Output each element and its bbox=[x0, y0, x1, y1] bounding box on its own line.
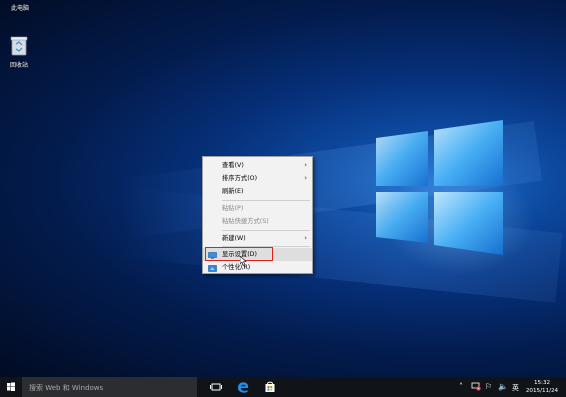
this-pc-label: 此电脑 bbox=[10, 5, 29, 12]
menu-item-paste-label: 粘贴(P) bbox=[222, 205, 244, 212]
chevron-right-icon: › bbox=[304, 161, 307, 169]
menu-item-paste-shortcut: 粘贴快捷方式(S) bbox=[203, 215, 312, 228]
clock-date: 2015/11/24 bbox=[525, 388, 559, 394]
start-button[interactable] bbox=[0, 377, 22, 397]
edge-browser-icon[interactable] bbox=[236, 380, 250, 394]
input-language-indicator[interactable]: 英 bbox=[512, 383, 519, 393]
chevron-right-icon: › bbox=[304, 234, 307, 242]
menu-item-sort-by[interactable]: 排序方式(O) › bbox=[203, 172, 312, 185]
recycle-bin-label: 回收站 bbox=[9, 62, 28, 69]
menu-item-view[interactable]: 查看(V) › bbox=[203, 159, 312, 172]
menu-item-paste-shortcut-label: 粘贴快捷方式(S) bbox=[222, 218, 269, 225]
menu-separator bbox=[222, 230, 310, 231]
chevron-right-icon: › bbox=[304, 174, 307, 182]
volume-icon[interactable]: 🔈 bbox=[498, 382, 508, 391]
menu-item-refresh[interactable]: 刷新(E) bbox=[203, 185, 312, 198]
menu-item-new-label: 新建(W) bbox=[222, 235, 246, 242]
recycle-bin-graphic bbox=[10, 35, 28, 57]
menu-item-sort-label: 排序方式(O) bbox=[222, 175, 258, 182]
search-placeholder: 搜索 Web 和 Windows bbox=[29, 384, 104, 392]
menu-item-paste: 粘贴(P) bbox=[203, 202, 312, 215]
mouse-cursor-icon bbox=[239, 255, 247, 268]
store-icon[interactable] bbox=[263, 380, 277, 394]
network-warning-icon[interactable] bbox=[471, 381, 481, 393]
selection-highlight-box bbox=[205, 247, 273, 261]
flag-icon[interactable]: ⚐ bbox=[485, 382, 492, 391]
this-pc-icon[interactable]: 此电脑 bbox=[0, 0, 40, 12]
personalize-icon bbox=[208, 264, 217, 272]
menu-item-refresh-label: 刷新(E) bbox=[222, 188, 244, 195]
task-view-icon[interactable] bbox=[209, 380, 223, 394]
clock[interactable]: 15:32 2015/11/24 bbox=[523, 379, 561, 395]
windows-start-icon bbox=[7, 382, 15, 391]
taskbar: 搜索 Web 和 Windows ˄ ⚐ 🔈 英 15:32 2015/11/2… bbox=[0, 377, 566, 397]
menu-item-new[interactable]: 新建(W) › bbox=[203, 232, 312, 245]
desktop-background[interactable]: 此电脑 回收站 查看(V) › 排序方式(O) › 刷新(E) 粘贴(P) 粘贴… bbox=[0, 0, 566, 377]
clock-time: 15:32 bbox=[533, 380, 551, 386]
menu-item-personalize[interactable]: 个性化(R) bbox=[203, 261, 312, 274]
recycle-bin-icon[interactable]: 回收站 bbox=[0, 35, 39, 69]
chevron-up-icon[interactable]: ˄ bbox=[459, 382, 463, 391]
search-box[interactable]: 搜索 Web 和 Windows bbox=[22, 377, 197, 397]
menu-item-view-label: 查看(V) bbox=[222, 162, 244, 169]
menu-separator bbox=[222, 200, 310, 201]
